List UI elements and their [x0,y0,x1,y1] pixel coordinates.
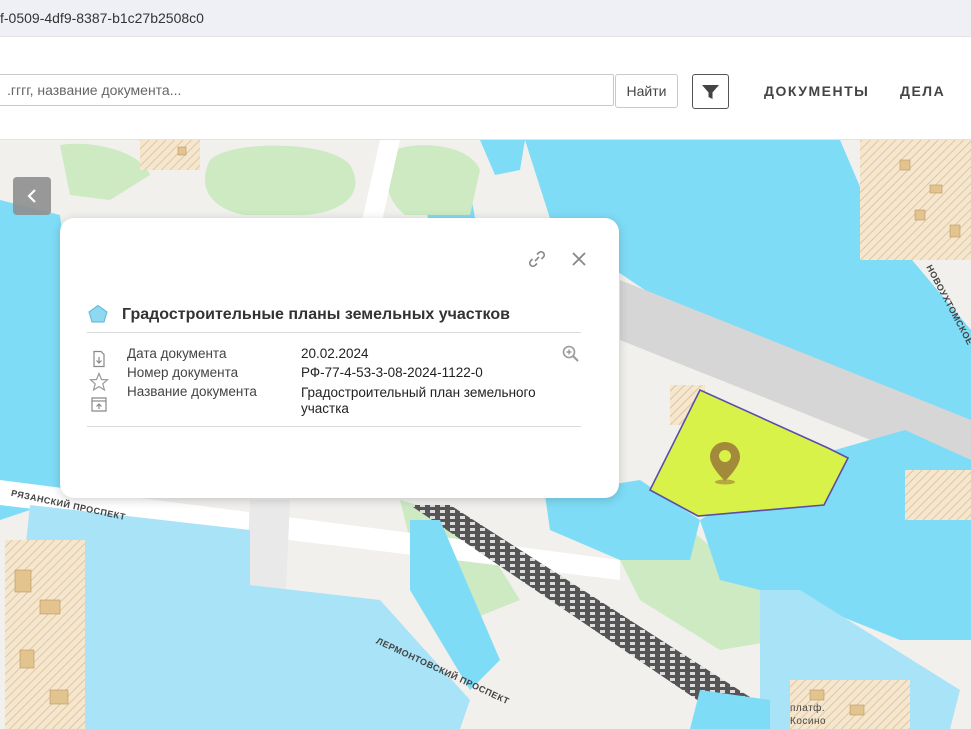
date-value: 20.02.2024 [301,346,369,361]
platform-label-line1: платф. [790,703,826,714]
divider [87,332,581,333]
download-icon[interactable] [91,350,107,368]
filter-button[interactable] [692,74,729,109]
greenery [204,145,356,215]
chevron-left-icon [27,189,36,203]
date-label: Дата документа [127,346,227,361]
building [49,689,69,705]
link-icon[interactable] [527,249,547,269]
building [14,569,32,593]
layer-title: Градостроительные планы земельных участк… [122,306,510,323]
number-value: РФ-77-4-53-3-08-2024-1122-0 [301,365,483,380]
share-upload-icon[interactable] [90,395,108,413]
nav-cases[interactable]: ДЕЛА [900,83,945,99]
residential-block [905,470,971,520]
residential-block [860,140,971,260]
filter-icon [702,85,719,99]
name-value-line2: участка [301,401,349,416]
building [849,704,865,716]
name-label: Название документа [127,384,257,399]
feature-info-popup: Градостроительные планы земельных участк… [60,218,619,498]
address-bar-url: f-0509-4df9-8387-b1c27b2508c0 [0,10,204,26]
building [929,184,943,194]
building [19,649,35,669]
find-button[interactable]: Найти [615,74,678,108]
building [914,209,926,221]
residential-block [5,540,85,729]
close-icon[interactable] [570,250,588,268]
name-value-line1: Градостроительный план земельного [301,385,536,400]
building [809,689,825,701]
collapse-panel-button[interactable] [13,177,51,215]
building [899,159,911,171]
zoom-in-icon[interactable] [561,344,581,364]
number-label: Номер документа [127,365,239,380]
divider [87,426,581,427]
address-bar[interactable]: f-0509-4df9-8387-b1c27b2508c0 [0,0,971,36]
building [39,599,61,615]
platform-label-line2: Косино [790,716,827,727]
star-icon[interactable] [89,372,109,392]
nav-documents[interactable]: ДОКУМЕНТЫ [764,83,869,99]
search-toolbar: Найти ДОКУМЕНТЫ ДЕЛА [0,36,971,140]
layer-polygon-icon [88,304,108,323]
building [177,146,187,156]
residential-block [140,140,200,170]
greenery [386,145,480,215]
search-input[interactable] [0,74,614,106]
building [949,224,961,238]
